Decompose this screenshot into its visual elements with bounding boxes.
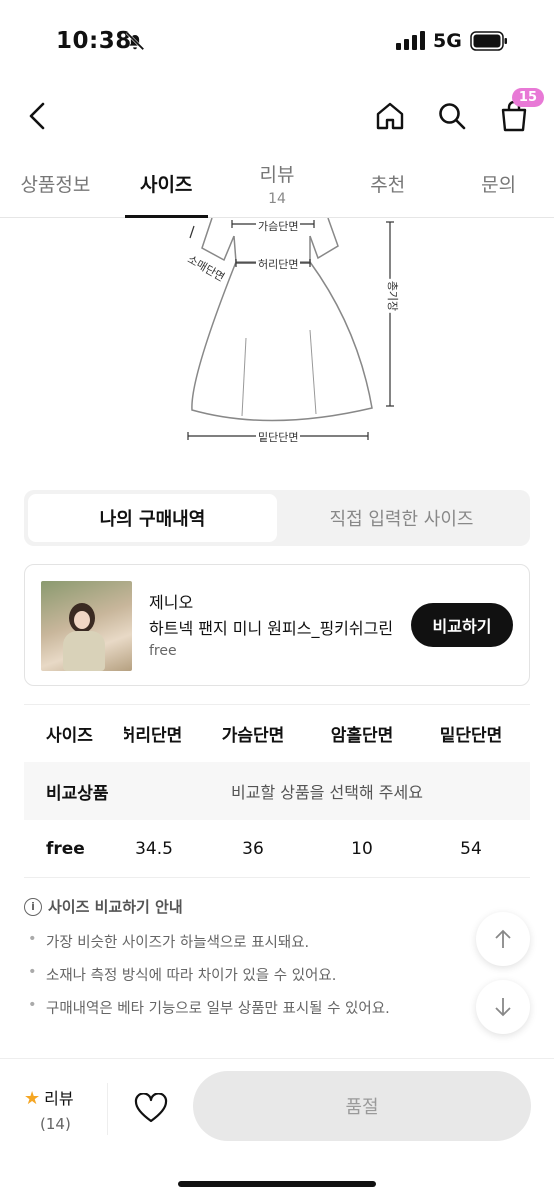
tab-recommend[interactable]: 추천 (332, 150, 443, 217)
home-icon (376, 102, 404, 130)
product-size: free (149, 643, 177, 659)
tab-bar: 상품정보 사이즈 리뷰 14 추천 문의 (0, 150, 554, 218)
review-label: 리뷰 (44, 1089, 74, 1108)
manual-size-option[interactable]: 직접 입력한 사이즈 (277, 494, 526, 542)
table-header-row: 사이즈 허리단면 가슴단면 암홀단면 밑단단면 (24, 704, 530, 762)
tab-review-count: 14 (268, 191, 286, 207)
size-diagram: 가슴단면 허리단면 소매단면 총기장 밑단단면 (150, 217, 420, 458)
tab-label: 사이즈 (139, 174, 193, 196)
product-brand: 제니오 (149, 593, 194, 612)
waist-label: 허리단면 (256, 256, 301, 272)
purchase-history-option[interactable]: 나의 구매내역 (28, 494, 277, 542)
length-label: 총기장 (385, 278, 402, 314)
review-summary-button[interactable]: ★ 리뷰 (14) (24, 1085, 104, 1133)
size-compare-guide: i 사이즈 비교하기 안내 가장 비슷한 사이즈가 하늘색으로 표시돼요. 소재… (24, 896, 444, 1030)
status-bar: 10:38 5G (0, 0, 554, 80)
product-thumbnail (41, 581, 132, 671)
size-table: 사이즈 허리단면 가슴단면 암홀단면 밑단단면 비교상품 비교할 상품을 선택해… (24, 704, 530, 878)
chest-label: 가슴단면 (256, 218, 301, 234)
compare-empty-message: 비교할 상품을 선택해 주세요 (231, 783, 423, 802)
guide-title-text: 사이즈 비교하기 안내 (48, 898, 183, 916)
compare-row: 비교상품 비교할 상품을 선택해 주세요 (24, 762, 530, 820)
hem-label: 밑단단면 (256, 429, 301, 445)
tab-review[interactable]: 리뷰 14 (222, 150, 333, 217)
arrow-down-icon (495, 998, 511, 1017)
product-name: 하트넥 팬지 미니 원피스_핑키쉬그린 (149, 619, 394, 638)
size-source-toggle: 나의 구매내역 직접 입력한 사이즈 (24, 490, 530, 546)
list-item: 가장 비슷한 사이즈가 하늘색으로 표시돼요. (24, 931, 444, 952)
home-indicator (178, 1181, 376, 1187)
cart-count-badge: 15 (511, 88, 544, 107)
table-row: free 34.5 36 10 54 (24, 820, 530, 878)
tab-label: 리뷰 (259, 164, 295, 186)
status-time: 10:38 (56, 28, 132, 54)
purchase-history-card: 제니오 하트넥 팬지 미니 원피스_핑키쉬그린 free 비교하기 (24, 564, 530, 686)
compare-button[interactable]: 비교하기 (411, 603, 513, 647)
table-header: 밑단단면 (439, 726, 503, 746)
tab-label: 상품정보 (20, 174, 91, 196)
search-button[interactable] (430, 94, 474, 138)
guide-list: 가장 비슷한 사이즈가 하늘색으로 표시돼요. 소재나 측정 방식에 따라 차이… (24, 931, 444, 1018)
bottom-action-bar: ★ 리뷰 (14) 품절 (0, 1058, 554, 1200)
table-header: 암홀단면 (330, 726, 394, 746)
back-button[interactable] (16, 94, 60, 138)
sold-out-button[interactable]: 품절 (193, 1071, 531, 1141)
table-cell: 34.5 (135, 838, 173, 859)
home-button[interactable] (368, 94, 412, 138)
table-cell-size: free (46, 838, 85, 859)
divider (107, 1083, 108, 1135)
chevron-left-icon (29, 102, 45, 130)
list-item: 구매내역은 베타 기능으로 일부 상품만 표시될 수 있어요. (24, 997, 444, 1018)
review-count: (14) (40, 1115, 71, 1133)
table-header: 가슴단면 (221, 726, 285, 746)
scroll-bottom-button[interactable] (476, 980, 530, 1034)
tab-product-info[interactable]: 상품정보 (0, 150, 111, 217)
list-item: 소재나 측정 방식에 따라 차이가 있을 수 있어요. (24, 964, 444, 985)
tab-inquiry[interactable]: 문의 (443, 150, 554, 217)
guide-title: i 사이즈 비교하기 안내 (24, 896, 444, 917)
table-cell: 10 (351, 838, 373, 859)
cart-button[interactable]: 15 (492, 88, 544, 138)
table-cell: 54 (460, 838, 482, 859)
battery-icon (470, 31, 507, 51)
table-cell: 36 (242, 838, 264, 859)
table-header: 허리단면 (124, 726, 183, 746)
table-header: 사이즈 (46, 726, 93, 746)
info-icon: i (24, 897, 42, 916)
search-icon (439, 103, 466, 130)
heart-icon (134, 1093, 168, 1123)
star-icon: ★ (24, 1088, 41, 1109)
network-type: 5G (433, 30, 462, 52)
wishlist-button[interactable] (128, 1085, 174, 1131)
scroll-top-button[interactable] (476, 912, 530, 966)
tab-label: 문의 (481, 174, 517, 196)
signal-icon (396, 31, 425, 50)
tab-label: 추천 (370, 174, 406, 196)
top-nav: 15 (0, 88, 554, 144)
tab-size[interactable]: 사이즈 (111, 150, 222, 218)
compare-row-label: 비교상품 (46, 783, 109, 804)
arrow-up-icon (495, 929, 511, 948)
bell-muted-icon (125, 31, 145, 51)
